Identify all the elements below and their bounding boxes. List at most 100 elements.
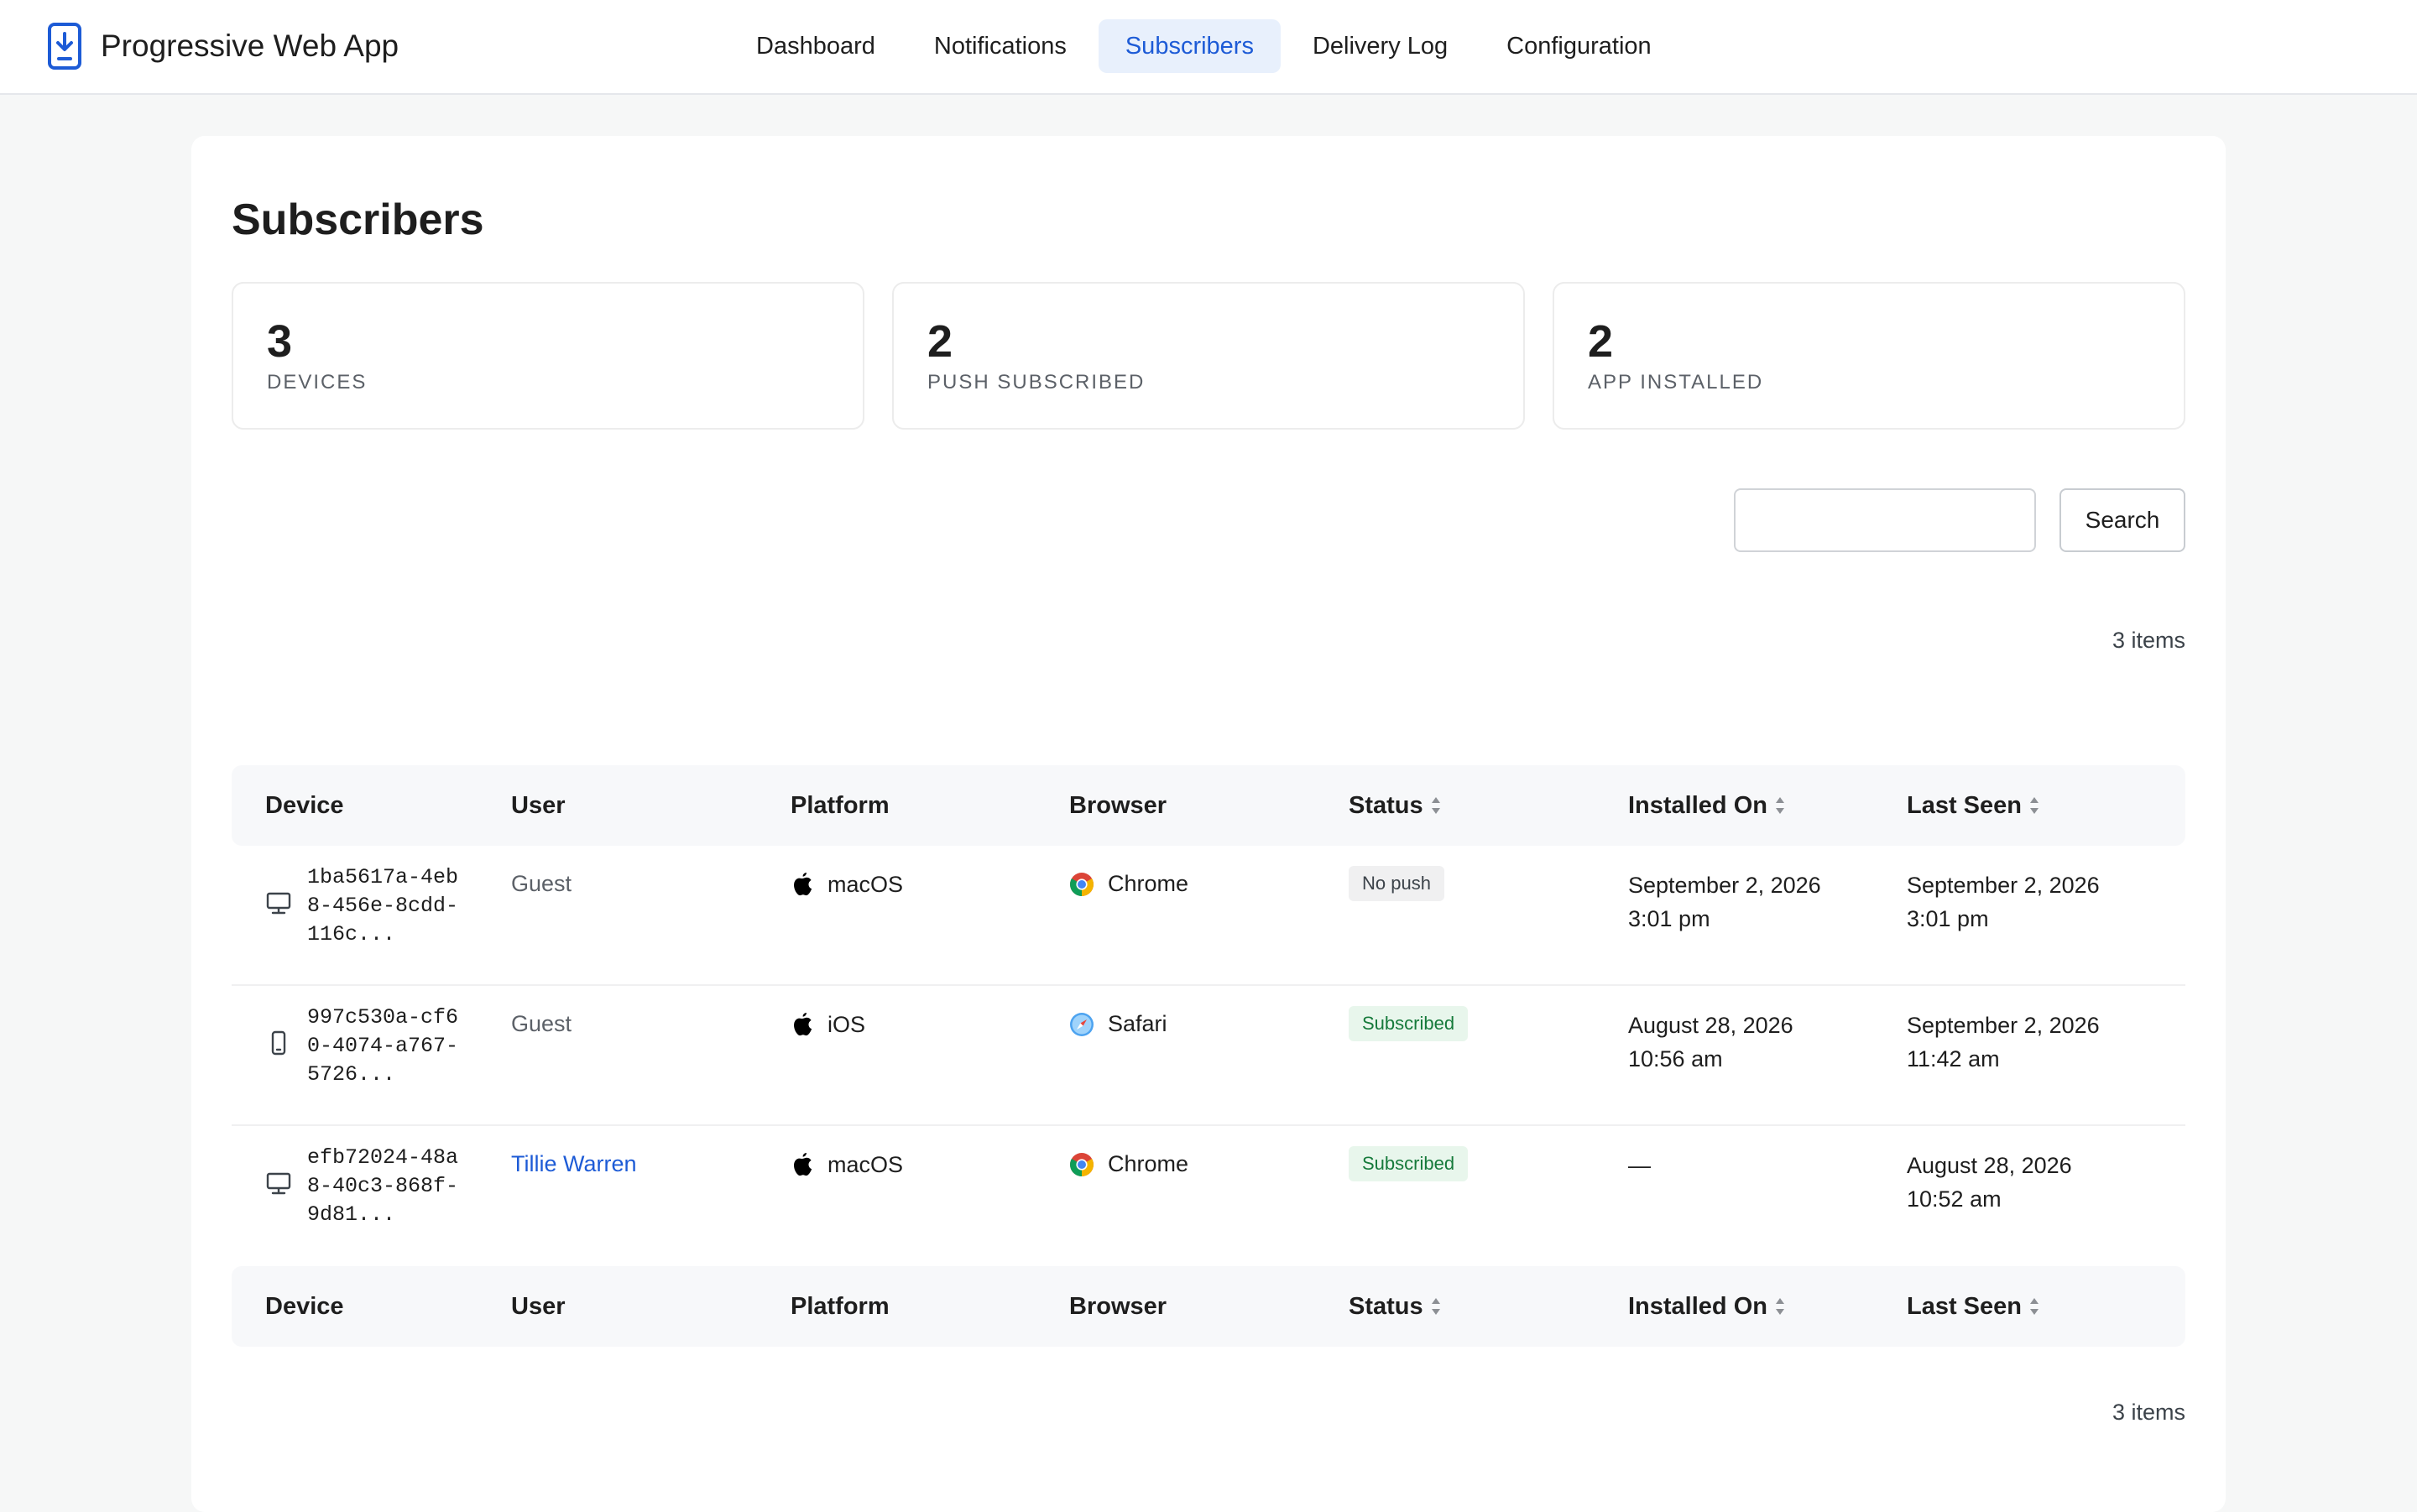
installed-time: 10:56 am [1628, 1046, 1723, 1071]
installed-date: — [1628, 1153, 1651, 1178]
table-row: efb72024-48a8-40c3-868f-9d81... Tillie W… [232, 1126, 2185, 1266]
browser-cell: Safari [1069, 986, 1349, 1037]
items-count-bottom: 3 items [2112, 1400, 2185, 1425]
column-footer-user: User [511, 1292, 566, 1320]
app-install-icon [48, 23, 81, 70]
main-nav: Dashboard Notifications Subscribers Deli… [729, 19, 1684, 73]
column-header-label: Last Seen [1907, 791, 2022, 819]
chrome-icon [1070, 1152, 1094, 1176]
sort-icon [1775, 1298, 1784, 1315]
status-badge: Subscribed [1349, 1006, 1469, 1041]
chrome-icon [1070, 872, 1094, 896]
installed-on-cell: — [1628, 1126, 1907, 1182]
column-footer-device: Device [265, 1292, 344, 1320]
sort-icon [2030, 1298, 2039, 1315]
page-title: Subscribers [232, 196, 484, 244]
tab-notifications[interactable]: Notifications [907, 19, 1094, 73]
last-seen-date: September 2, 2026 [1907, 1013, 2100, 1038]
column-header-device: Device [265, 791, 344, 819]
status-cell: Subscribed [1349, 1126, 1628, 1181]
browser-label: Chrome [1108, 871, 1189, 896]
sort-icon [1431, 1298, 1440, 1315]
column-footer-last-seen[interactable]: Last Seen [1907, 1293, 2185, 1321]
search-button[interactable]: Search [2059, 488, 2185, 552]
last-seen-cell: September 2, 2026 11:42 am [1907, 986, 2185, 1076]
last-seen-cell: September 2, 2026 3:01 pm [1907, 846, 2185, 936]
stats-row: 3 DEVICES 2 PUSH SUBSCRIBED 2 APP INSTAL… [232, 282, 2185, 430]
column-footer-status[interactable]: Status [1349, 1293, 1628, 1321]
column-header-browser: Browser [1069, 791, 1167, 819]
tab-dashboard[interactable]: Dashboard [729, 19, 902, 73]
platform-cell: macOS [791, 1126, 1069, 1178]
platform-label: macOS [827, 871, 904, 897]
status-badge: No push [1349, 866, 1444, 901]
user-link[interactable]: Tillie Warren [511, 1126, 791, 1177]
device-id[interactable]: 1ba5617a-4eb8-456e-8cdd-116c... [307, 857, 467, 949]
last-seen-cell: August 28, 2026 10:52 am [1907, 1126, 2185, 1216]
last-seen-time: 10:52 am [1907, 1186, 2002, 1212]
column-header-label: Status [1349, 1292, 1423, 1320]
platform-label: macOS [827, 1151, 904, 1177]
stat-value: 2 [927, 316, 953, 367]
column-footer-platform: Platform [791, 1292, 890, 1320]
column-header-last-seen[interactable]: Last Seen [1907, 792, 2185, 820]
tab-subscribers[interactable]: Subscribers [1098, 19, 1281, 73]
installed-date: September 2, 2026 [1628, 873, 1821, 898]
device-id[interactable]: 997c530a-cf60-4074-a767-5726... [307, 997, 467, 1089]
status-cell: No push [1349, 846, 1628, 901]
browser-cell: Chrome [1069, 846, 1349, 897]
desktop-icon [266, 892, 291, 915]
stat-value: 2 [1588, 316, 1614, 367]
column-header-installed-on[interactable]: Installed On [1628, 792, 1907, 820]
device-cell: efb72024-48a8-40c3-868f-9d81... [232, 1126, 511, 1240]
installed-time: 3:01 pm [1628, 906, 1710, 931]
device-cell: 997c530a-cf60-4074-a767-5726... [232, 986, 511, 1100]
sort-icon [1431, 797, 1440, 814]
main-card: Subscribers 3 DEVICES 2 PUSH SUBSCRIBED … [191, 136, 2226, 1512]
last-seen-time: 3:01 pm [1907, 906, 1989, 931]
platform-cell: iOS [791, 986, 1069, 1038]
column-footer-browser: Browser [1069, 1292, 1167, 1320]
last-seen-time: 11:42 am [1907, 1046, 2000, 1071]
brand[interactable]: Progressive Web App [47, 22, 399, 70]
browser-label: Safari [1108, 1011, 1167, 1036]
column-header-user: User [511, 791, 566, 819]
column-header-label: Installed On [1628, 791, 1767, 819]
tab-delivery-log[interactable]: Delivery Log [1286, 19, 1475, 73]
desktop-icon [266, 1172, 291, 1195]
stat-label: DEVICES [267, 371, 368, 394]
stat-app-installed: 2 APP INSTALLED [1553, 282, 2185, 430]
installed-date: August 28, 2026 [1628, 1013, 1793, 1038]
column-header-label: Installed On [1628, 1292, 1767, 1320]
status-cell: Subscribed [1349, 986, 1628, 1041]
user-cell: Guest [511, 871, 572, 896]
column-header-platform: Platform [791, 791, 890, 819]
search-input[interactable] [1734, 488, 2036, 552]
table-body: 1ba5617a-4eb8-456e-8cdd-116c... Guest ma… [232, 846, 2185, 1266]
column-header-status[interactable]: Status [1349, 792, 1628, 820]
installed-on-cell: August 28, 2026 10:56 am [1628, 986, 1907, 1076]
stat-value: 3 [267, 316, 293, 367]
app-title: Progressive Web App [101, 29, 399, 63]
tab-configuration[interactable]: Configuration [1480, 19, 1678, 73]
items-count-top: 3 items [2112, 628, 2185, 653]
platform-label: iOS [827, 1011, 866, 1037]
mobile-icon [271, 1030, 286, 1056]
column-footer-installed-on[interactable]: Installed On [1628, 1293, 1907, 1321]
device-cell: 1ba5617a-4eb8-456e-8cdd-116c... [232, 846, 511, 960]
table-header: Device User Platform Browser Status Inst… [232, 765, 2185, 846]
stat-push-subscribed: 2 PUSH SUBSCRIBED [892, 282, 1525, 430]
platform-cell: macOS [791, 846, 1069, 898]
table-row: 1ba5617a-4eb8-456e-8cdd-116c... Guest ma… [232, 846, 2185, 986]
apple-icon [794, 1153, 812, 1176]
last-seen-date: September 2, 2026 [1907, 873, 2100, 898]
table-footer: Device User Platform Browser Status Inst… [232, 1266, 2185, 1347]
installed-on-cell: September 2, 2026 3:01 pm [1628, 846, 1907, 936]
apple-icon [794, 1013, 812, 1036]
sort-icon [1775, 797, 1784, 814]
device-id[interactable]: efb72024-48a8-40c3-868f-9d81... [307, 1137, 467, 1229]
apple-icon [794, 873, 812, 896]
stat-label: APP INSTALLED [1588, 371, 1764, 394]
stat-devices: 3 DEVICES [232, 282, 864, 430]
table-row: 997c530a-cf60-4074-a767-5726... Guest iO… [232, 986, 2185, 1126]
